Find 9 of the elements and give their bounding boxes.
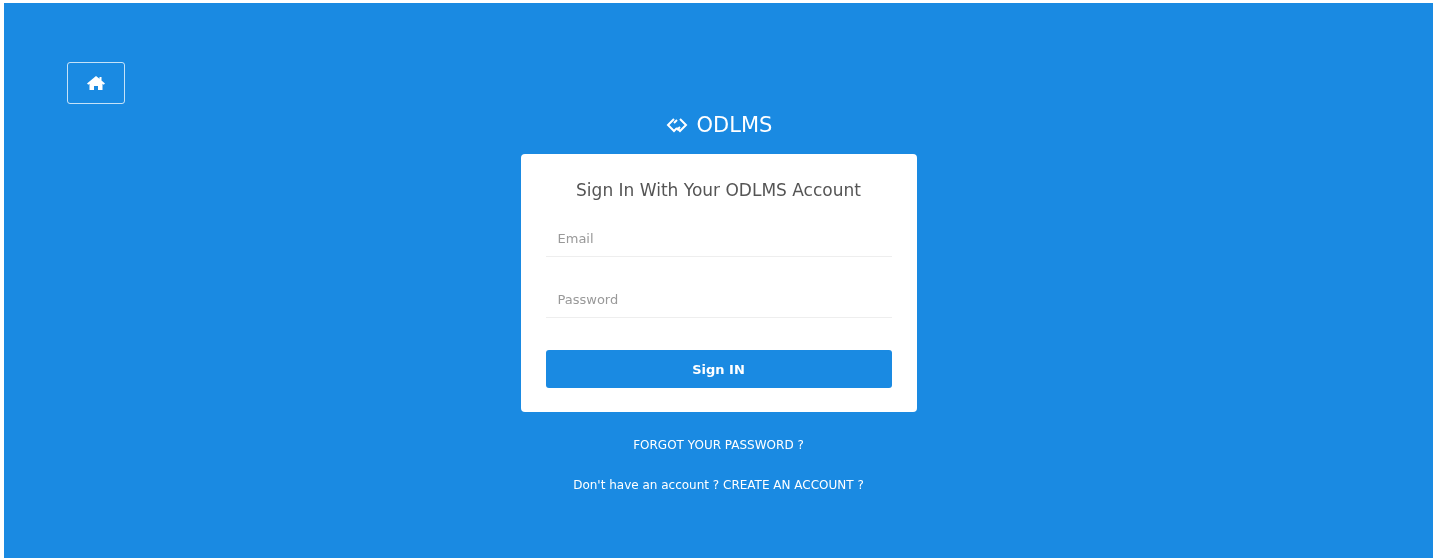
brand-name: ODLMS xyxy=(696,113,773,137)
home-button[interactable] xyxy=(67,62,125,104)
signup-prompt: Don't have an account ? CREATE AN ACCOUNT ? xyxy=(573,478,864,492)
create-account-link[interactable]: CREATE AN ACCOUNT ? xyxy=(723,478,864,492)
logo-icon xyxy=(664,117,689,133)
sign-in-button[interactable]: Sign IN xyxy=(545,350,892,388)
card-title: Sign In With Your ODLMS Account xyxy=(575,180,862,200)
forgot-password-link[interactable]: FORGOT YOUR PASSWORD ? xyxy=(633,438,804,452)
home-icon xyxy=(86,75,106,91)
